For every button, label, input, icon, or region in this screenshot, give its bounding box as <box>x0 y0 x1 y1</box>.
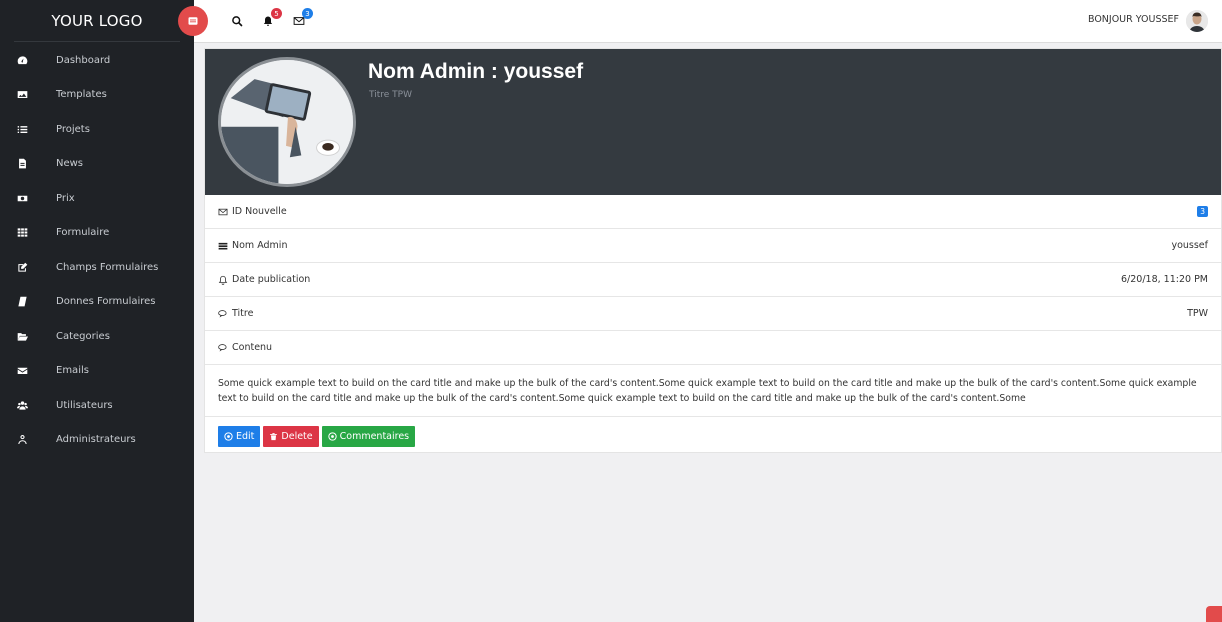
profile-photo <box>221 60 353 184</box>
bell-icon <box>218 275 228 285</box>
detail-row-content: Contenu <box>205 331 1221 365</box>
id-badge: 3 <box>1197 206 1208 217</box>
sidebar-item-label: Donnes Formulaires <box>56 296 156 308</box>
delete-button[interactable]: Delete <box>263 426 319 447</box>
logo[interactable]: YOUR LOGO <box>14 0 180 42</box>
profile-image <box>218 57 356 187</box>
sidebar-item-utilisateurs[interactable]: Utilisateurs <box>0 388 194 423</box>
sidebar-item-emails[interactable]: Emails <box>0 354 194 389</box>
circle-dot-icon <box>224 432 233 441</box>
folder-icon <box>0 331 56 342</box>
comments-button[interactable]: Commentaires <box>321 426 416 447</box>
greeting-text: BONJOUR YOUSSEF <box>1087 14 1179 25</box>
users-icon <box>0 400 56 411</box>
sidebar-item-label: Templates <box>56 89 107 101</box>
avatar[interactable] <box>1186 10 1208 32</box>
circle-dot-icon <box>327 432 337 441</box>
sidebar-item-categories[interactable]: Categories <box>0 319 194 354</box>
money-icon <box>0 193 56 204</box>
search-icon <box>232 16 243 27</box>
bars-icon <box>218 242 228 249</box>
edit-icon <box>0 262 56 273</box>
sidebar-item-champs-formulaires[interactable]: Champs Formulaires <box>0 250 194 285</box>
trash-icon <box>270 433 278 441</box>
messages-button[interactable]: 3 <box>292 8 313 28</box>
news-detail-card: Nom Admin : youssef Titre TPW ID Nouvell… <box>204 48 1222 453</box>
dashboard-icon <box>0 55 56 66</box>
card-actions: Edit Delete Commentaires <box>205 417 1221 456</box>
row-value: TPW <box>1187 308 1208 319</box>
sidebar-item-label: Champs Formulaires <box>56 261 159 273</box>
sidebar-item-dashboard[interactable]: Dashboard <box>0 43 194 78</box>
envelope-icon <box>0 365 56 376</box>
menu-toggle-button[interactable] <box>178 6 208 36</box>
row-label: Titre <box>232 308 254 319</box>
sidebar-nav: Dashboard Templates Projets News Prix Fo… <box>0 42 194 457</box>
sidebar-item-prix[interactable]: Prix <box>0 181 194 216</box>
row-value: 6/20/18, 11:20 PM <box>1121 274 1208 285</box>
notifications-badge: 5 <box>271 8 282 19</box>
row-label: Nom Admin <box>232 240 288 251</box>
edit-button-label: Edit <box>236 431 255 442</box>
sidebar-item-label: Administrateurs <box>56 434 136 446</box>
row-label: Contenu <box>232 342 273 353</box>
image-icon <box>0 89 56 100</box>
sidebar-item-label: News <box>56 158 84 170</box>
avatar-image <box>1186 10 1208 32</box>
envelope-icon <box>218 208 228 215</box>
book-icon <box>0 296 56 307</box>
edit-button[interactable]: Edit <box>218 426 261 447</box>
detail-row-date: Date publication 6/20/18, 11:20 PM <box>205 263 1221 297</box>
row-value: youssef <box>1171 240 1208 251</box>
sidebar-item-label: Emails <box>56 365 89 377</box>
messages-badge: 3 <box>302 8 313 19</box>
sidebar-item-news[interactable]: News <box>0 147 194 182</box>
sidebar: YOUR LOGO Dashboard Templates Projets Ne… <box>0 0 194 622</box>
comments-icon <box>218 309 227 317</box>
file-icon <box>0 158 56 169</box>
sidebar-item-label: Projets <box>56 123 90 135</box>
sidebar-item-donnes-formulaires[interactable]: Donnes Formulaires <box>0 285 194 320</box>
detail-row-title: Titre TPW <box>205 297 1221 331</box>
sidebar-item-administrateurs[interactable]: Administrateurs <box>0 423 194 458</box>
card-subtitle: Titre TPW <box>369 90 412 100</box>
sidebar-item-label: Dashboard <box>56 54 111 66</box>
sidebar-item-templates[interactable]: Templates <box>0 78 194 113</box>
sidebar-item-label: Prix <box>56 192 75 204</box>
sidebar-item-label: Categories <box>56 330 110 342</box>
row-label: Date publication <box>232 274 311 285</box>
card-header: Nom Admin : youssef Titre TPW <box>205 49 1221 195</box>
user-icon <box>0 434 56 445</box>
row-label: ID Nouvelle <box>232 206 287 217</box>
chat-widget-button[interactable] <box>1206 606 1222 622</box>
sidebar-item-label: Utilisateurs <box>56 399 113 411</box>
comments-icon <box>218 343 227 351</box>
delete-button-label: Delete <box>281 431 313 442</box>
card-title: Nom Admin : youssef <box>368 60 584 83</box>
notifications-button[interactable]: 5 <box>261 8 282 28</box>
menu-icon <box>188 17 198 25</box>
content-text: Some quick example text to build on the … <box>205 365 1221 417</box>
detail-row-admin: Nom Admin youssef <box>205 229 1221 263</box>
sidebar-item-projets[interactable]: Projets <box>0 112 194 147</box>
topbar: 5 3 BONJOUR YOUSSEF <box>178 0 1222 43</box>
search-button[interactable] <box>230 14 244 28</box>
sidebar-item-formulaire[interactable]: Formulaire <box>0 216 194 251</box>
grid-icon <box>0 227 56 238</box>
comments-button-label: Commentaires <box>339 431 410 442</box>
detail-row-id: ID Nouvelle 3 <box>205 195 1221 229</box>
list-icon <box>0 124 56 135</box>
sidebar-item-label: Formulaire <box>56 227 110 239</box>
